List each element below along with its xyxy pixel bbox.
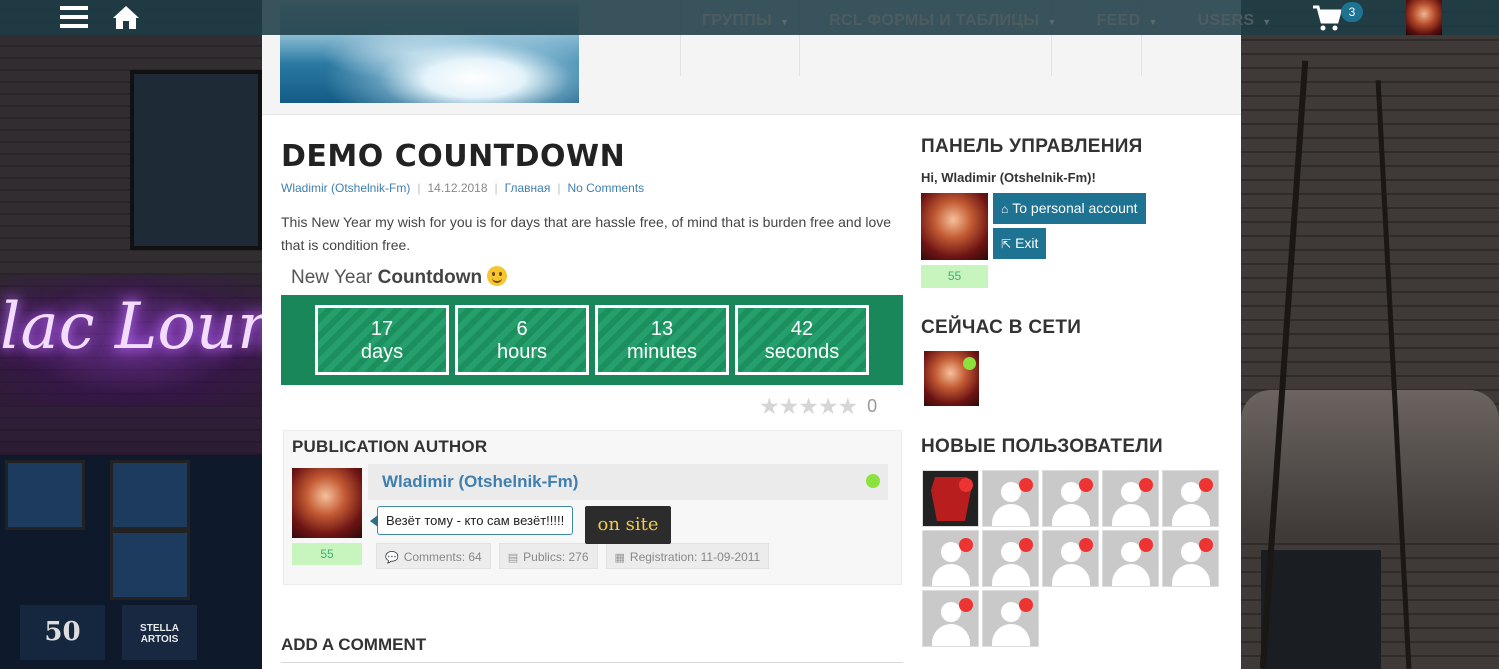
rating-count: 0 <box>867 396 878 416</box>
avatar[interactable] <box>921 193 988 260</box>
smiley-icon <box>487 266 508 286</box>
main-nav: ГРУППЫ ▼ RCL ФОРМЫ И ТАБЛИЦЫ ▼ FEED ▼ USERS… <box>680 0 1290 35</box>
page-container: DEMO COUNTDOWN Wladimir (Otshelnik-Fm) | 1… <box>262 0 1241 669</box>
author-registration-stat: ▦ Registration: 11-09-2011 <box>605 543 770 569</box>
add-comment-heading: ADD A COMMENT <box>281 635 427 654</box>
post-comments-link[interactable]: No Comments <box>567 181 644 195</box>
shop-pane <box>5 460 85 530</box>
storefront-badge: 50 <box>20 605 105 660</box>
shop-pane <box>110 530 190 600</box>
countdown-title: New Year Countdown <box>291 266 508 289</box>
post-title: DEMO COUNTDOWN <box>281 139 626 174</box>
offline-status-icon <box>1199 538 1213 552</box>
home-icon: ⌂ <box>1001 202 1009 216</box>
cart-count-badge: 3 <box>1341 2 1363 22</box>
author-stats: 💬 Comments: 64 ▤ Publics: 276 ▦ Registratio… <box>376 543 777 569</box>
offline-status-icon <box>959 478 973 492</box>
chevron-down-icon: ▼ <box>1262 17 1272 27</box>
cart-icon[interactable] <box>1312 4 1342 37</box>
background-window <box>130 70 262 250</box>
new-user-avatar[interactable] <box>1042 470 1099 527</box>
greeting-text: Hi, Wladimir (Otshelnik-Fm)! <box>921 170 1096 185</box>
nav-item-groups[interactable]: ГРУППЫ ▼ <box>680 0 807 35</box>
post-rating[interactable]: ★★★★★ 0 <box>759 393 877 420</box>
new-user-avatar[interactable] <box>1162 530 1219 587</box>
new-user-avatar[interactable] <box>922 530 979 587</box>
post-category-link[interactable]: Главная <box>505 181 551 195</box>
author-publics-stat: ▤ Publics: 276 <box>498 543 598 569</box>
post-excerpt: This New Year my wish for you is for day… <box>281 214 892 253</box>
author-box-title: PUBLICATION AUTHOR <box>292 437 488 456</box>
chevron-down-icon: ▼ <box>1148 17 1158 27</box>
author-name-bar: Wladimir (Otshelnik-Fm) <box>368 464 888 500</box>
new-user-avatar[interactable] <box>1042 530 1099 587</box>
online-status-icon <box>963 357 976 370</box>
background-right-scene <box>1241 0 1499 669</box>
offline-status-icon <box>1019 478 1033 492</box>
online-status-icon <box>866 474 880 488</box>
background-left-scene: lac Loun 50 STELLA ARTOIS <box>0 0 278 669</box>
offline-status-icon <box>1079 478 1093 492</box>
post-meta: Wladimir (Otshelnik-Fm) | 14.12.2018 | Главн… <box>281 181 645 195</box>
nav-item-feed[interactable]: FEED ▼ <box>1075 0 1176 35</box>
online-user-avatar[interactable] <box>924 351 979 406</box>
author-name-link[interactable]: Wladimir (Otshelnik-Fm) <box>382 472 578 492</box>
on-site-label[interactable]: on site <box>585 506 671 544</box>
new-user-avatar[interactable] <box>1102 530 1159 587</box>
hamburger-menu-icon[interactable] <box>60 6 88 28</box>
rating-stars-icon[interactable]: ★★★★★ <box>759 393 858 419</box>
offline-status-icon <box>1139 478 1153 492</box>
exit-button[interactable]: ⇱ Exit <box>993 228 1047 259</box>
post-date: 14.12.2018 <box>427 181 488 195</box>
author-status-bubble: Везёт тому - кто сам везёт!!!!! <box>369 506 574 535</box>
personal-account-button[interactable]: ⌂ To personal account <box>993 193 1146 224</box>
author-rating-badge: 55 <box>292 543 362 565</box>
shop-pane <box>110 460 190 530</box>
new-user-avatar[interactable] <box>1102 470 1159 527</box>
top-bar: ГРУППЫ ▼ RCL ФОРМЫ И ТАБЛИЦЫ ▼ FEED ▼ USERS… <box>0 0 1499 35</box>
new-users-title: НОВЫЕ ПОЛЬЗОВАТЕЛИ <box>921 436 1163 457</box>
comment-icon: 💬 <box>385 552 399 564</box>
background-door <box>1261 550 1381 669</box>
external-link-icon: ⇱ <box>1001 237 1012 251</box>
nav-item-rcl-forms[interactable]: RCL ФОРМЫ И ТАБЛИЦЫ ▼ <box>807 0 1074 35</box>
neon-sign: lac Loun <box>0 290 279 364</box>
new-user-avatar[interactable] <box>982 470 1039 527</box>
offline-status-icon <box>959 538 973 552</box>
countdown-timer: 17 days 6 hours 13 minutes 42 seconds <box>281 295 903 385</box>
nav-item-users[interactable]: USERS ▼ <box>1176 0 1290 35</box>
countdown-hours: 6 hours <box>455 305 589 375</box>
author-comments-stat: 💬 Comments: 64 <box>376 543 491 569</box>
new-user-avatar[interactable] <box>982 530 1039 587</box>
new-user-avatar[interactable] <box>922 470 979 527</box>
offline-status-icon <box>1199 478 1213 492</box>
offline-status-icon <box>959 598 973 612</box>
offline-status-icon <box>1019 598 1033 612</box>
user-rating-badge: 55 <box>921 265 988 288</box>
offline-status-icon <box>1139 538 1153 552</box>
divider <box>281 662 903 663</box>
countdown-seconds: 42 seconds <box>735 305 869 375</box>
new-user-avatar[interactable] <box>982 590 1039 647</box>
new-user-avatar[interactable] <box>922 590 979 647</box>
calendar-icon: ▦ <box>614 552 625 564</box>
post-author-link[interactable]: Wladimir (Otshelnik-Fm) <box>281 181 410 195</box>
avatar[interactable] <box>1406 0 1442 35</box>
storefront-sign: STELLA ARTOIS <box>122 605 197 660</box>
chevron-down-icon: ▼ <box>1047 17 1057 27</box>
online-now-title: СЕЙЧАС В СЕТИ <box>921 317 1082 338</box>
home-icon[interactable] <box>112 4 140 35</box>
offline-status-icon <box>1019 538 1033 552</box>
control-panel-title: ПАНЕЛЬ УПРАВЛЕНИЯ <box>921 136 1143 157</box>
countdown-days: 17 days <box>315 305 449 375</box>
document-icon: ▤ <box>507 552 519 564</box>
countdown-minutes: 13 minutes <box>595 305 729 375</box>
offline-status-icon <box>1079 538 1093 552</box>
avatar[interactable] <box>292 468 362 538</box>
chevron-down-icon: ▼ <box>779 17 790 27</box>
new-user-avatar[interactable] <box>1162 470 1219 527</box>
